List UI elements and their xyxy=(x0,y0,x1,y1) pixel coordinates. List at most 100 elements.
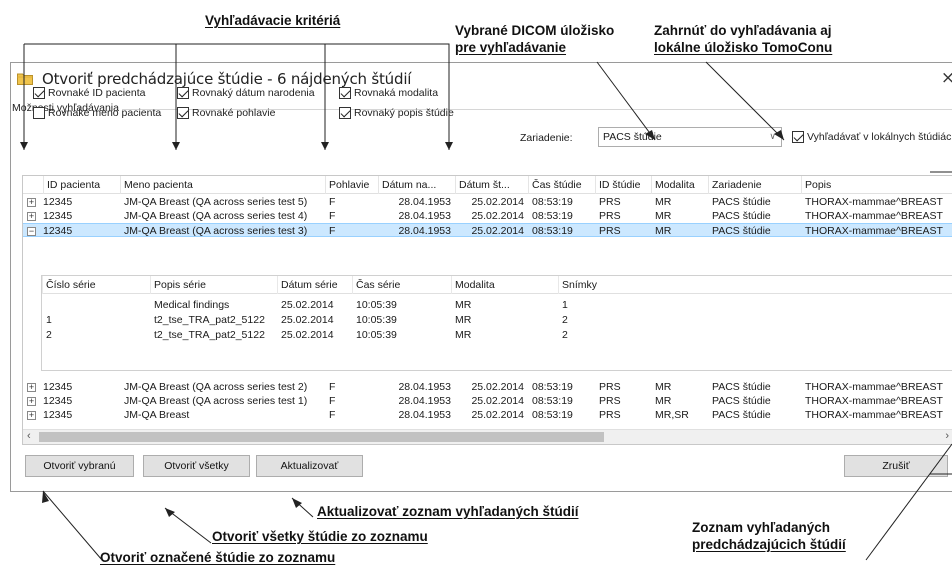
cell-name: JM-QA Breast (QA across series test 4) xyxy=(124,210,308,222)
checkbox-box[interactable] xyxy=(339,107,351,119)
expand-icon[interactable]: + xyxy=(27,397,36,406)
cell-desc: THORAX-mammae^BREAST xyxy=(805,395,943,407)
collapse-icon[interactable]: − xyxy=(27,227,36,236)
open-all-button[interactable]: Otvoriť všetky xyxy=(143,455,250,477)
search-local-checkbox-box[interactable] xyxy=(792,131,804,143)
series-detail-grid[interactable]: Číslo série Popis série Dátum série Čas sér… xyxy=(41,275,952,371)
series-row[interactable]: 1 t2_tse_TRA_pat2_5122 25.02.2014 10:05:39 M… xyxy=(42,313,952,327)
series-cell-desc: Medical findings xyxy=(154,299,230,311)
series-row[interactable]: 2 t2_tse_TRA_pat2_5122 25.02.2014 10:05:39 M… xyxy=(42,328,952,342)
search-checkbox-0[interactable]: Rovnaké ID pacienta xyxy=(33,87,145,99)
series-row[interactable]: Medical findings 25.02.2014 10:05:39 MR 1 xyxy=(42,298,952,312)
checkbox-box[interactable] xyxy=(33,107,45,119)
cell-id: 12345 xyxy=(43,210,73,222)
search-checkbox-2[interactable]: Rovnaká modalita xyxy=(339,87,438,99)
cell-date: 25.02.2014 xyxy=(471,381,524,393)
cell-birth: 28.04.1953 xyxy=(398,225,451,237)
device-label: Zariadenie: xyxy=(520,132,573,144)
checkbox-box[interactable] xyxy=(177,87,189,99)
cell-desc: THORAX-mammae^BREAST xyxy=(805,225,943,237)
checkbox-box[interactable] xyxy=(339,87,351,99)
cell-name: JM-QA Breast (QA across series test 3) xyxy=(124,225,308,237)
search-options-group: Možnosti vyhľadávania Rovnaké ID pacient… xyxy=(11,87,952,181)
scrollbar-thumb[interactable] xyxy=(39,432,604,442)
series-column-header[interactable]: Číslo série xyxy=(42,276,150,294)
series-column-header[interactable]: Snímky xyxy=(558,276,658,294)
close-icon[interactable]: × xyxy=(938,68,952,88)
cell-device: PACS štúdie xyxy=(712,381,771,393)
column-header[interactable]: Dátum št... xyxy=(455,176,528,194)
checkbox-box[interactable] xyxy=(177,107,189,119)
search-local-checkbox[interactable]: Vyhľadávať v lokálnych štúdiách xyxy=(792,131,952,143)
refresh-button[interactable]: Aktualizovať xyxy=(256,455,363,477)
checkbox-label: Rovnaké pohlavie xyxy=(192,107,276,119)
cell-id: 12345 xyxy=(43,381,73,393)
scroll-left-icon[interactable]: ‹ xyxy=(27,430,31,442)
device-select[interactable]: PACS štúdie ∨ xyxy=(598,127,782,147)
cell-time: 08:53:19 xyxy=(532,381,573,393)
cell-time: 08:53:19 xyxy=(532,395,573,407)
table-row[interactable]: +12345 JM-QA Breast (QA across series tes… xyxy=(23,380,952,394)
table-row[interactable]: +12345 JM-QA Breast (QA across series tes… xyxy=(23,209,952,223)
cell-id: 12345 xyxy=(43,196,73,208)
column-header[interactable]: Zariadenie xyxy=(708,176,801,194)
table-row[interactable]: −12345 JM-QA Breast (QA across series tes… xyxy=(23,223,952,237)
column-header[interactable]: Modalita xyxy=(651,176,708,194)
column-header[interactable]: ID pacienta xyxy=(43,176,120,194)
cell-birth: 28.04.1953 xyxy=(398,395,451,407)
cell-desc: THORAX-mammae^BREAST xyxy=(805,381,943,393)
search-checkbox-1[interactable]: Rovnaký dátum narodenia xyxy=(177,87,315,99)
checkbox-label: Rovnaký dátum narodenia xyxy=(192,87,315,99)
column-header[interactable]: Popis xyxy=(801,176,952,194)
cell-desc: THORAX-mammae^BREAST xyxy=(805,409,943,421)
series-column-header[interactable]: Popis série xyxy=(150,276,277,294)
studies-grid[interactable]: ID pacienta Meno pacienta Pohlavie Dátum na… xyxy=(22,175,952,445)
horizontal-scrollbar[interactable]: ‹ › xyxy=(23,429,952,444)
series-column-header[interactable]: Čas série xyxy=(352,276,451,294)
callout-search-criteria: Vyhľadávacie kritériá xyxy=(205,13,341,28)
cell-date: 25.02.2014 xyxy=(471,395,524,407)
table-row[interactable]: +12345 JM-QA Breast (QA across series tes… xyxy=(23,195,952,209)
column-header[interactable]: Čas štúdie xyxy=(528,176,595,194)
search-checkbox-5[interactable]: Rovnaký popis štúdie xyxy=(339,107,454,119)
checkbox-label: Rovnaký popis štúdie xyxy=(354,107,454,119)
cell-name: JM-QA Breast (QA across series test 1) xyxy=(124,395,308,407)
cancel-button[interactable]: Zrušiť xyxy=(844,455,948,477)
open-selected-button[interactable]: Otvoriť vybranú xyxy=(25,455,134,477)
callout-dicom-storage: Vybrané DICOM úložisko pre vyhľadávanie xyxy=(455,23,615,55)
series-cell-desc: t2_tse_TRA_pat2_5122 xyxy=(154,314,265,326)
column-header[interactable]: Meno pacienta xyxy=(120,176,325,194)
column-header[interactable]: Pohlavie xyxy=(325,176,378,194)
series-cell-num: 2 xyxy=(46,329,52,341)
cell-modality: MR xyxy=(655,225,672,237)
checkbox-box[interactable] xyxy=(33,87,45,99)
series-cell-desc: t2_tse_TRA_pat2_5122 xyxy=(154,329,265,341)
series-cell-num: 1 xyxy=(46,314,52,326)
series-cell-modality: MR xyxy=(455,329,472,341)
expand-icon[interactable]: + xyxy=(27,212,36,221)
scroll-right-icon[interactable]: › xyxy=(945,430,949,442)
cell-birth: 28.04.1953 xyxy=(398,409,451,421)
checkbox-label: Rovnaké meno pacienta xyxy=(48,107,162,119)
series-cell-images: 1 xyxy=(562,299,568,311)
checkbox-label: Rovnaká modalita xyxy=(354,87,439,99)
cell-device: PACS štúdie xyxy=(712,395,771,407)
expand-icon[interactable]: + xyxy=(27,411,36,420)
table-row[interactable]: +12345 JM-QA Breast (QA across series tes… xyxy=(23,394,952,408)
series-grid-header: Číslo série Popis série Dátum série Čas sér… xyxy=(42,276,952,294)
callout-open-selected: Otvoriť označené štúdie zo zoznamu xyxy=(100,550,336,565)
series-column-header[interactable]: Modalita xyxy=(451,276,558,294)
column-header[interactable]: ID štúdie xyxy=(595,176,651,194)
search-checkbox-3[interactable]: Rovnaké meno pacienta xyxy=(33,107,161,119)
series-column-header[interactable]: Dátum série xyxy=(277,276,352,294)
expand-icon[interactable]: + xyxy=(27,383,36,392)
expand-icon[interactable]: + xyxy=(27,198,36,207)
search-checkbox-4[interactable]: Rovnaké pohlavie xyxy=(177,107,275,119)
cell-study_id: PRS xyxy=(599,409,621,421)
cell-date: 25.02.2014 xyxy=(471,196,524,208)
callout-open-all: Otvoriť všetky štúdie zo zoznamu xyxy=(212,529,428,544)
series-cell-time: 10:05:39 xyxy=(356,314,397,326)
table-row[interactable]: +12345 JM-QA Breast F 28.04.1953 25.02.2014 0… xyxy=(23,408,952,422)
cell-device: PACS štúdie xyxy=(712,196,771,208)
column-header[interactable]: Dátum na... xyxy=(378,176,455,194)
